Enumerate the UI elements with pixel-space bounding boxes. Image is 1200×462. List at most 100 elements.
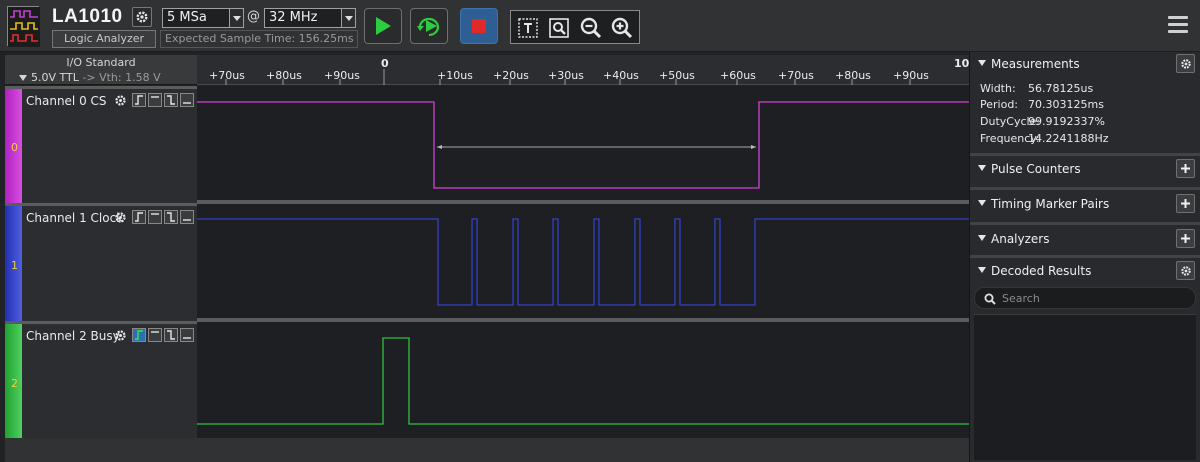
decoded-results-settings-gear-icon[interactable] <box>1176 261 1195 280</box>
chevron-down-icon <box>978 165 986 171</box>
channel-name: Channel 1 Clock <box>26 211 124 225</box>
trigger-low-level-icon[interactable] <box>180 328 194 342</box>
waveform-area[interactable] <box>197 86 969 438</box>
search-input[interactable] <box>1002 290 1187 306</box>
app-name: LA1010 <box>52 6 123 27</box>
ruler-tick-label: +80us <box>266 69 302 82</box>
search-icon <box>984 293 996 305</box>
ruler-tick-label: +50us <box>659 69 695 82</box>
io-vth: Vth: 1.58 V <box>99 71 161 84</box>
analyzers-section-header[interactable]: Analyzers <box>970 227 1200 251</box>
add-pulse-counter-plus-icon[interactable] <box>1176 159 1195 178</box>
section-title: Pulse Counters <box>991 162 1081 176</box>
chevron-down-icon <box>978 235 986 241</box>
section-divider <box>970 153 1200 156</box>
measurement-value: 99.9192337% <box>1028 115 1105 128</box>
decoded-results-list[interactable] <box>974 314 1196 460</box>
add-timing-marker-plus-icon[interactable] <box>1176 194 1195 213</box>
device-settings-gear-icon[interactable] <box>132 7 152 27</box>
section-divider <box>970 255 1200 258</box>
repeat-play-icon <box>417 17 440 37</box>
channel-settings-gear-icon[interactable] <box>113 93 127 107</box>
chevron-down-icon <box>341 9 355 27</box>
section-title: Measurements <box>991 57 1080 71</box>
hamburger-menu-icon[interactable] <box>1168 16 1188 34</box>
chevron-down-icon <box>19 75 27 81</box>
chevron-down-icon <box>978 267 986 273</box>
channel-name: Channel 2 Busy <box>26 329 120 343</box>
channel-2-header[interactable]: 2 Channel 2 Busy <box>5 321 197 438</box>
trigger-falling-edge-icon[interactable] <box>164 93 178 107</box>
trigger-high-level-icon[interactable] <box>148 210 162 224</box>
io-standard-value: 5.0V TTL -> Vth: 1.58 V <box>31 71 161 84</box>
zoom-out-icon[interactable] <box>579 16 603 40</box>
channel-0-header[interactable]: 0 Channel 0 CS <box>5 86 197 203</box>
side-panel: Measurements Width: 56.78125us Period: 7… <box>969 52 1200 462</box>
trigger-high-level-icon[interactable] <box>148 93 162 107</box>
zoom-in-icon[interactable] <box>610 16 634 40</box>
trigger-rising-edge-icon[interactable] <box>132 328 146 342</box>
section-title: Analyzers <box>991 232 1050 246</box>
trigger-high-level-icon[interactable] <box>148 328 162 342</box>
trigger-falling-edge-icon[interactable] <box>164 210 178 224</box>
time-ruler[interactable]: +70us +80us +90us 0 +10us +20us +30us +4… <box>197 55 974 85</box>
pulse-counters-section-header[interactable]: Pulse Counters <box>970 157 1200 181</box>
chevron-down-icon <box>978 60 986 66</box>
run-single-button[interactable] <box>364 8 402 44</box>
stop-button[interactable] <box>460 8 498 44</box>
trigger-rising-edge-icon[interactable] <box>132 210 146 224</box>
trigger-falling-edge-icon[interactable] <box>164 328 178 342</box>
ruler-tick-label: +30us <box>548 69 584 82</box>
waveform-canvas <box>197 101 969 425</box>
chevron-down-icon <box>229 9 243 27</box>
channel-number: 1 <box>11 259 18 272</box>
section-title: Decoded Results <box>991 264 1092 278</box>
io-level: 5.0V TTL <box>31 71 79 84</box>
horizontal-scroll-strip[interactable] <box>5 438 969 462</box>
logic-analyzer-logo-icon <box>7 6 40 47</box>
ruler-tick-label: +90us <box>324 69 360 82</box>
text-tool-icon[interactable] <box>516 16 540 40</box>
trigger-low-level-icon[interactable] <box>180 93 194 107</box>
io-arrow: -> <box>82 71 96 84</box>
ruler-tick-label: +70us <box>778 69 814 82</box>
measurements-settings-gear-icon[interactable] <box>1176 54 1195 73</box>
run-repeat-button[interactable] <box>410 8 448 44</box>
measurement-label: Width: <box>980 82 1016 95</box>
section-divider <box>970 187 1200 190</box>
channel-1-header[interactable]: 1 Channel 1 Clock <box>5 203 197 321</box>
channel-2-waveform <box>197 337 969 425</box>
ruler-tick-label: +60us <box>720 69 756 82</box>
chevron-down-icon <box>978 200 986 206</box>
io-standard-title: I/O Standard <box>66 56 136 69</box>
ruler-tick-label: +10us <box>437 69 473 82</box>
add-analyzer-plus-icon[interactable] <box>1176 229 1195 248</box>
io-standard-header[interactable]: I/O Standard 5.0V TTL -> Vth: 1.58 V <box>5 55 197 85</box>
stop-icon <box>472 19 486 33</box>
ruler-tick-label: +80us <box>835 69 871 82</box>
channel-settings-gear-icon[interactable] <box>113 210 127 224</box>
decoded-results-search[interactable] <box>974 287 1196 309</box>
trigger-rising-edge-icon[interactable] <box>132 93 146 107</box>
main-toolbar: LA1010 Logic Analyzer 5 MSa @ 32 MHz Exp… <box>0 0 1200 52</box>
decoded-results-section-header[interactable]: Decoded Results <box>970 259 1200 283</box>
measurement-value: 14.2241188Hz <box>1028 132 1109 145</box>
channel-number: 0 <box>11 141 18 154</box>
ruler-tick-label: +70us <box>209 69 245 82</box>
zoom-tools-group <box>510 10 640 44</box>
sample-rate-select[interactable]: 32 MHz <box>264 8 356 28</box>
ruler-tick-label: +90us <box>893 69 929 82</box>
measurements-section-header[interactable]: Measurements <box>970 52 1200 76</box>
timing-marker-pairs-section-header[interactable]: Timing Marker Pairs <box>970 192 1200 216</box>
app-subtitle: Logic Analyzer <box>52 30 156 48</box>
measurement-label: Period: <box>980 98 1019 111</box>
sample-depth-value: 5 MSa <box>167 10 207 25</box>
zoom-fit-icon[interactable] <box>547 16 571 40</box>
channel-name: Channel 0 CS <box>26 94 107 108</box>
section-title: Timing Marker Pairs <box>991 197 1110 211</box>
channel-settings-gear-icon[interactable] <box>113 328 127 342</box>
ruler-zero-label: 0 <box>381 57 389 70</box>
channel-number: 2 <box>11 377 18 390</box>
trigger-low-level-icon[interactable] <box>180 210 194 224</box>
sample-depth-select[interactable]: 5 MSa <box>162 8 244 28</box>
